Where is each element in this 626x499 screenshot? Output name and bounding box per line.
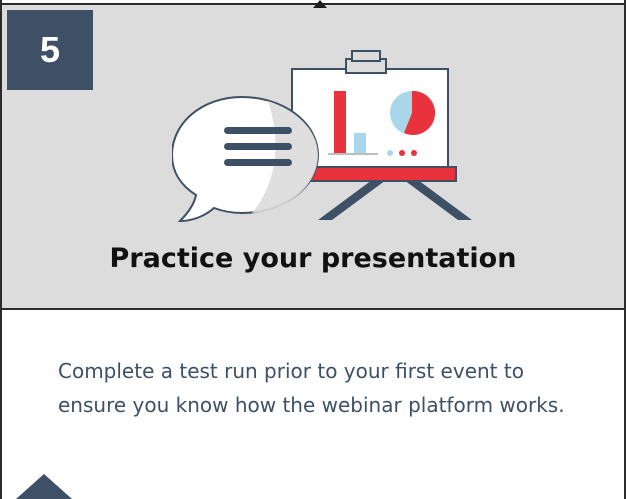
easel-legs [318, 180, 472, 220]
card-title: Practice your presentation [109, 243, 517, 274]
card-header-panel: 5 Practice your presentation [2, 3, 624, 310]
presentation-easel-with-speech-bubble-icon [172, 50, 472, 223]
card-description: Complete a test run prior to your first … [58, 359, 565, 417]
connector-arrow-bottom-icon [16, 474, 72, 499]
chart-bar-red [334, 91, 346, 153]
chart-bar-blue [354, 133, 366, 153]
connector-arrow-top-icon [313, 0, 327, 8]
speech-line-2 [224, 143, 292, 150]
speech-bubble-icon [172, 95, 320, 223]
speech-line-3 [224, 159, 292, 166]
step-card: 5 Practice your presentation Complete a … [0, 0, 626, 499]
speech-line-1 [224, 127, 292, 134]
step-number-badge: 5 [7, 10, 93, 90]
